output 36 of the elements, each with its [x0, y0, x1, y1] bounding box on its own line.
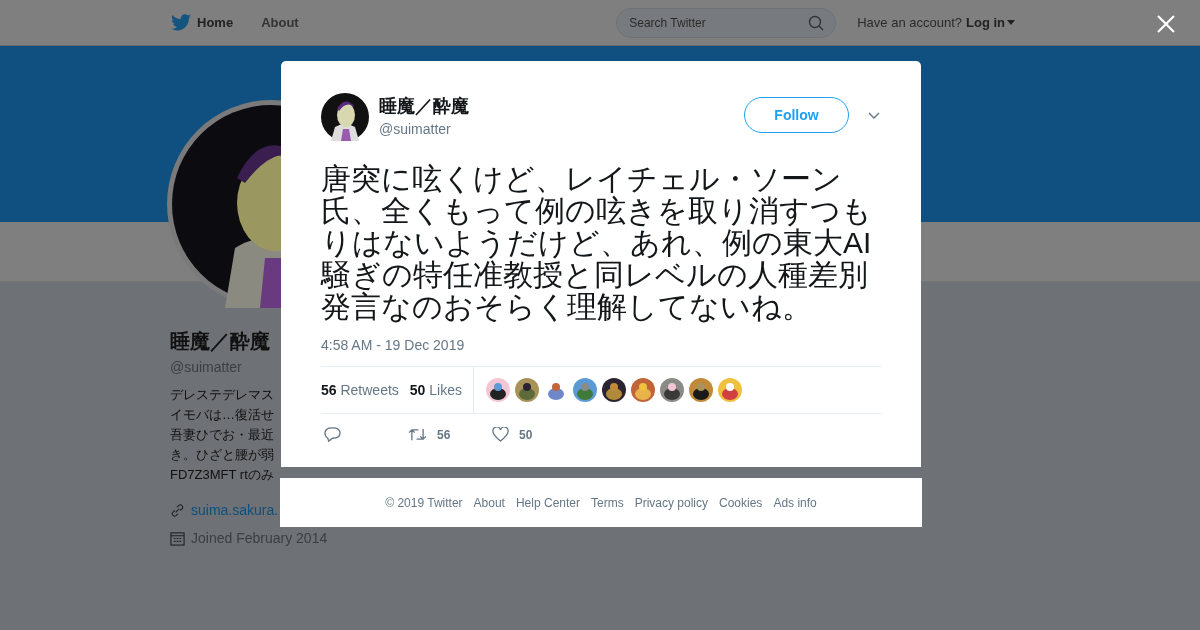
login-link[interactable]: Log in — [966, 15, 1005, 30]
stat-link[interactable]: 50 Likes — [409, 382, 462, 398]
footer-link[interactable]: Help Center — [515, 495, 580, 510]
nav-link[interactable]: About — [261, 15, 299, 30]
tweet-text: 唐突に呟くけど、レイチェル・ソーン氏、全くもって例の呟きを取り消すつもりはないようだけど、あれ、例の東大AI騒ぎの特任准教授と同レベルの人種差別発言なのおそらく理解してないね。 — [321, 163, 873, 323]
caret-icon[interactable] — [1007, 20, 1015, 25]
account-prompt: Have an account? — [857, 15, 962, 30]
footer-link[interactable]: Cookies — [719, 495, 763, 510]
bio-line: 吾妻ひでお・最近 — [170, 426, 275, 444]
profile-name: 睡魔／酔魔 — [170, 329, 271, 354]
footer-link[interactable]: © 2019 Twitter — [385, 495, 463, 510]
footer-link[interactable]: About — [473, 495, 505, 510]
bio-line: デレステデレマス — [170, 386, 275, 404]
stat-link[interactable]: 56 Retweets — [321, 382, 399, 398]
search-icon[interactable] — [808, 14, 825, 31]
heart-icon[interactable] — [492, 427, 509, 442]
calendar-icon — [170, 530, 185, 546]
bio-line: FD7Z3MFT rtのみ — [170, 466, 275, 484]
bio-line: き。ひざと腰が弱 — [170, 446, 275, 464]
reply-icon[interactable] — [324, 426, 341, 443]
footer-link[interactable]: Ads info — [773, 495, 817, 510]
footer-link[interactable]: Privacy policy — [634, 495, 708, 510]
close-icon[interactable] — [1157, 15, 1175, 33]
chevron-down-icon[interactable] — [868, 112, 880, 119]
bio-line: イモバは…復活せ — [170, 406, 275, 424]
search-field[interactable]: Search Twitter — [616, 7, 837, 38]
retweet-icon[interactable] — [408, 427, 427, 442]
author-name[interactable]: 睡魔／酔魔 — [379, 94, 744, 118]
follow-button[interactable]: Follow — [744, 97, 849, 133]
footer-link[interactable]: Terms — [591, 495, 624, 510]
tweet-timestamp[interactable]: 4:58 AM - 19 Dec 2019 — [321, 337, 881, 353]
author-handle[interactable]: @suimatter — [379, 121, 744, 137]
link-icon — [170, 502, 185, 518]
nav-link[interactable]: Home — [197, 15, 234, 30]
action-count: 50 — [519, 427, 533, 442]
action-count: 56 — [437, 427, 451, 442]
